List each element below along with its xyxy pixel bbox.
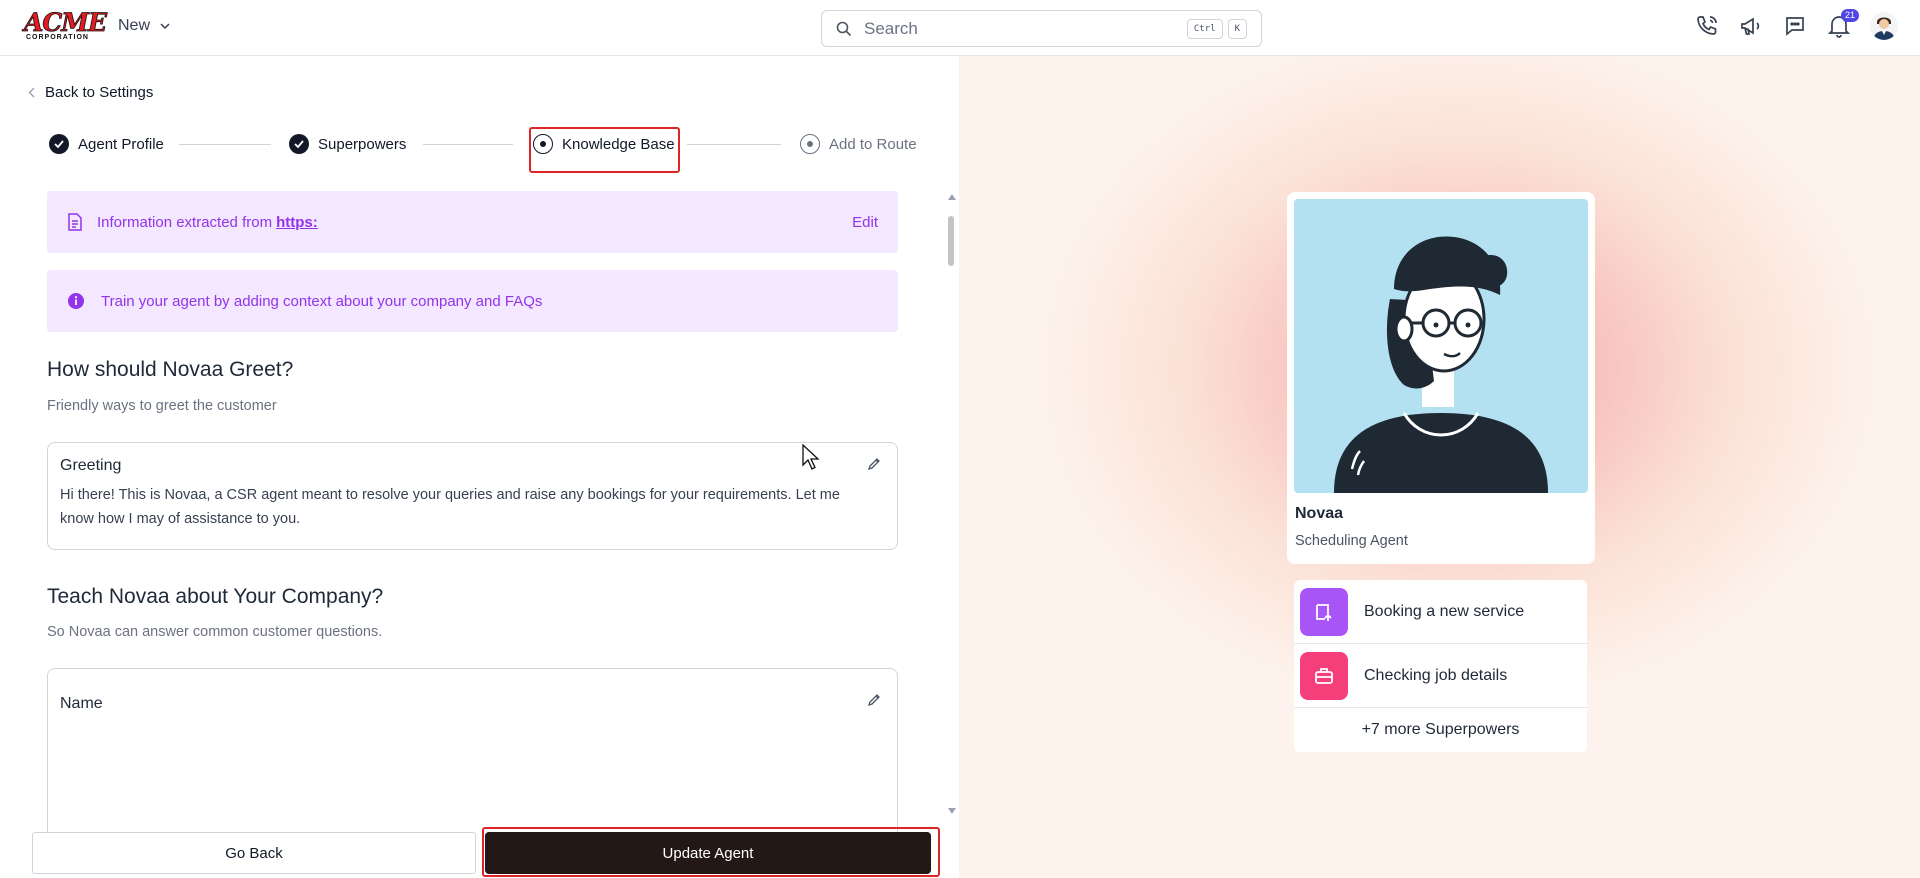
greet-heading: How should Novaa Greet? (47, 358, 294, 381)
mouse-cursor-icon (802, 444, 820, 470)
extracted-source-link[interactable]: https: (276, 214, 318, 231)
company-heading: Teach Novaa about Your Company? (47, 585, 384, 608)
agent-preview-panel: Novaa Scheduling Agent Booking a new ser… (959, 56, 1920, 878)
chevron-down-icon (160, 23, 170, 29)
agent-portrait (1294, 199, 1588, 493)
shortcut-k-key: K (1227, 18, 1247, 39)
step-agent-profile[interactable]: Agent Profile (49, 129, 164, 159)
scrollbar-thumb[interactable] (948, 216, 954, 266)
content-scrollbar[interactable] (948, 194, 956, 814)
acme-logo[interactable]: ACME CORPORATION (24, 8, 108, 44)
greeting-card-title: Greeting (60, 457, 122, 474)
user-avatar[interactable] (1870, 12, 1898, 40)
new-label: New (118, 17, 151, 34)
document-icon (68, 213, 82, 231)
superpower-item: Booking a new service (1294, 580, 1587, 644)
info-icon (68, 293, 84, 309)
step-connector (179, 144, 271, 145)
pencil-icon[interactable] (867, 457, 881, 471)
search-bar[interactable]: Search Ctrl K (821, 10, 1262, 47)
back-to-settings-link[interactable]: Back to Settings (28, 84, 153, 101)
chevron-left-icon (28, 87, 35, 98)
agent-role: Scheduling Agent (1295, 533, 1408, 549)
update-agent-highlight (482, 827, 940, 877)
search-input[interactable]: Search (864, 19, 1182, 39)
logo-subtext: CORPORATION (26, 34, 89, 41)
train-agent-text: Train your agent by adding context about… (101, 292, 543, 310)
step-add-to-route[interactable]: Add to Route (800, 129, 917, 159)
step-label: Add to Route (829, 135, 917, 153)
check-circle-icon (289, 134, 309, 154)
superpower-label: Booking a new service (1364, 602, 1525, 620)
scroll-down-arrow-icon[interactable] (948, 808, 956, 814)
edit-source-button[interactable]: Edit (852, 214, 878, 231)
train-agent-banner: Train your agent by adding context about… (47, 270, 898, 332)
new-menu-button[interactable]: New (118, 17, 170, 35)
extracted-prefix: Information extracted from (97, 213, 273, 231)
pending-step-icon (800, 134, 820, 154)
phone-icon[interactable] (1694, 13, 1720, 39)
pencil-icon[interactable] (867, 693, 881, 707)
notification-badge: 21 (1840, 9, 1859, 22)
bell-icon[interactable]: 21 (1826, 9, 1859, 39)
superpower-item: Checking job details (1294, 644, 1587, 708)
company-name-title: Name (60, 695, 103, 712)
calendar-arrow-icon (1300, 587, 1348, 636)
logo-text: ACME (24, 8, 108, 37)
top-icons: 21 (1694, 9, 1898, 40)
agent-profile-card: Novaa Scheduling Agent (1287, 192, 1595, 564)
agent-name: Novaa (1295, 505, 1344, 522)
step-superpowers[interactable]: Superpowers (289, 129, 406, 159)
scroll-up-arrow-icon[interactable] (948, 194, 956, 200)
extracted-info-banner: Information extracted from https: Edit (47, 191, 898, 253)
greeting-card[interactable]: Greeting Hi there! This is Novaa, a CSR … (47, 442, 898, 550)
knowledge-base-highlight (529, 127, 680, 173)
check-circle-icon (49, 134, 69, 154)
step-connector (423, 144, 513, 145)
chat-icon[interactable] (1782, 13, 1808, 39)
more-superpowers-link[interactable]: +7 more Superpowers (1294, 708, 1587, 752)
superpower-label: Checking job details (1364, 666, 1508, 684)
top-bar: ACME CORPORATION New Search Ctrl K 21 (0, 0, 1920, 56)
shortcut-ctrl-key: Ctrl (1186, 18, 1223, 39)
go-back-button[interactable]: Go Back (32, 832, 476, 874)
setup-stepper: Agent Profile Superpowers Knowledge Base… (49, 129, 919, 159)
back-label: Back to Settings (45, 84, 154, 101)
superpowers-list: Booking a new service Checking job detai… (1294, 580, 1587, 752)
company-subtitle: So Novaa can answer common customer ques… (47, 624, 383, 640)
step-label: Agent Profile (78, 135, 164, 153)
greeting-text: Hi there! This is Novaa, a CSR agent mea… (60, 487, 840, 527)
briefcase-icon (1300, 651, 1348, 700)
megaphone-icon[interactable] (1738, 13, 1764, 39)
step-connector (687, 144, 781, 145)
step-label: Superpowers (318, 135, 407, 153)
search-icon (836, 21, 852, 36)
greet-subtitle: Friendly ways to greet the customer (47, 398, 277, 414)
